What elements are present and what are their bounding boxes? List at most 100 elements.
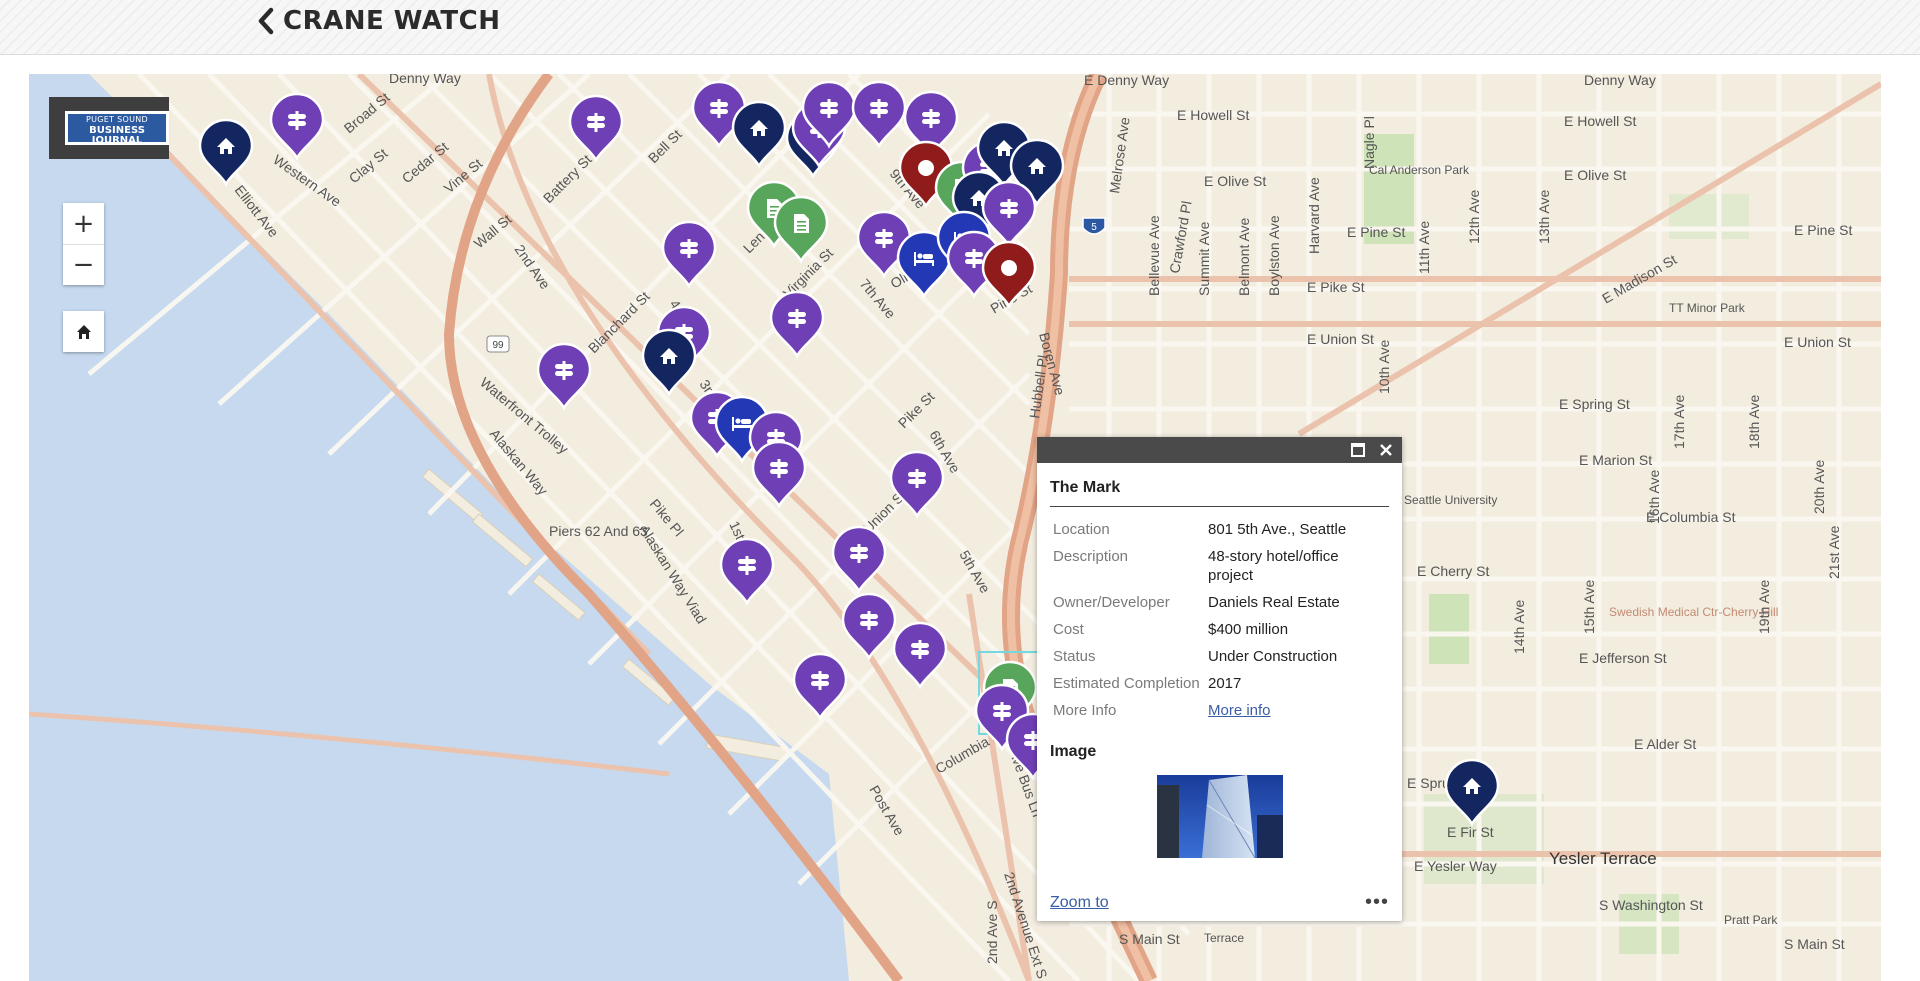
attr-value: 2017 <box>1208 675 1242 692</box>
street-label: E Yesler Way <box>1414 858 1497 874</box>
pugetsound-business-journal-logo: PUGET SOUND BUSINESS JOURNAL <box>49 97 169 159</box>
map-marker-sign[interactable] <box>568 94 624 163</box>
table-row: Status Under Construction <box>1050 643 1389 670</box>
attr-value: Under Construction <box>1208 648 1338 665</box>
street-label: E Fir St <box>1447 824 1494 840</box>
project-image[interactable] <box>1156 775 1283 858</box>
street-label: 18th Ave <box>1746 395 1762 449</box>
place-label: Yesler Terrace <box>1549 849 1657 868</box>
street-label: 11th Ave <box>1416 221 1432 274</box>
attr-value: 48-story hotel/office project <box>1208 548 1339 584</box>
map-marker-sign[interactable] <box>841 592 897 661</box>
attributes-table: Location 801 5th Ave., Seattle Descriptio… <box>1050 516 1389 724</box>
zoom-to-link[interactable]: Zoom to <box>1050 894 1109 912</box>
street-label: E Olive St <box>1564 167 1626 183</box>
back-link[interactable]: CRANE WATCH <box>255 6 501 36</box>
map-marker-sign[interactable] <box>536 342 592 411</box>
zoom-in-button[interactable]: + <box>63 203 104 244</box>
street-label: 20th Ave <box>1811 460 1827 514</box>
street-label: Harvard Ave <box>1306 177 1322 254</box>
street-label: Crawford Pl <box>1166 200 1194 275</box>
more-info-link[interactable]: More info <box>1208 702 1271 719</box>
street-label: Boylston Ave <box>1266 215 1282 296</box>
map-marker-sign[interactable] <box>831 525 887 594</box>
zoom-out-button[interactable]: − <box>63 244 104 285</box>
street-label: Nagle Pl <box>1361 116 1377 169</box>
attr-value: Daniels Real Estate <box>1208 594 1340 611</box>
street-label: 13th Ave <box>1536 190 1552 244</box>
street-label: 21st Ave <box>1826 525 1842 579</box>
table-row: Owner/Developer Daniels Real Estate <box>1050 589 1389 616</box>
home-button[interactable] <box>63 311 104 352</box>
map-canvas[interactable]: 99 5 Denny Way E Denny Way Denny Way E H… <box>29 74 1881 981</box>
home-icon <box>76 324 91 339</box>
logo-line-2: BUSINESS JOURNAL <box>89 125 145 146</box>
street-label: E Olive St <box>1204 173 1266 189</box>
street-label: Denny Way <box>1584 74 1656 88</box>
street-label: 2nd Ave S <box>984 900 1000 964</box>
street-label: Bellevue Ave <box>1146 215 1162 296</box>
street-label: E Jefferson St <box>1579 650 1667 666</box>
page-title: CRANE WATCH <box>283 6 501 36</box>
attr-value: $400 million <box>1208 621 1289 638</box>
map-marker-sign[interactable] <box>792 652 848 721</box>
attr-label: Cost <box>1053 621 1084 638</box>
street-label: Western Ave <box>270 151 344 209</box>
place-label: Pratt Park <box>1724 913 1778 927</box>
street-label: 15th Ave <box>1581 580 1597 634</box>
route-99-shield: 99 <box>486 335 510 353</box>
popup-header <box>1037 437 1402 463</box>
street-label: 10th Ave <box>1376 340 1392 394</box>
street-label: E Union St <box>1307 331 1374 347</box>
street-label: E Alder St <box>1634 736 1696 752</box>
popup-title: The Mark <box>1050 479 1389 507</box>
attr-label: Estimated Completion <box>1053 675 1200 692</box>
street-label: Swedish Medical Ctr-Cherry Hill <box>1609 605 1778 619</box>
street-label: E Cherry St <box>1417 563 1489 579</box>
interstate-5-shield: 5 <box>1082 217 1106 235</box>
street-label: E Howell St <box>1564 113 1636 129</box>
zoom-control: + − <box>63 203 104 285</box>
street-label: E Howell St <box>1177 107 1249 123</box>
street-label: Battery St <box>540 151 595 206</box>
table-row: Description 48-story hotel/office project <box>1050 543 1389 589</box>
doc-icon <box>794 214 809 233</box>
more-actions-button[interactable]: ••• <box>1365 891 1389 914</box>
map-marker-sign[interactable] <box>851 80 907 149</box>
street-label: Cedar St <box>399 138 452 186</box>
street-label: 12th Ave <box>1466 190 1482 244</box>
maximize-icon[interactable] <box>1350 442 1366 458</box>
street-label: E Pine St <box>1794 222 1852 238</box>
map-view[interactable]: 99 5 Denny Way E Denny Way Denny Way E H… <box>29 74 1881 981</box>
table-row: Estimated Completion 2017 <box>1050 670 1389 697</box>
table-row: More Info More info <box>1050 697 1389 724</box>
street-label: S Main St <box>1119 931 1180 947</box>
attr-label: More Info <box>1053 702 1117 719</box>
street-label: S Washington St <box>1599 897 1703 913</box>
image-section-label: Image <box>1050 743 1097 760</box>
street-label: Piers 62 And 63 <box>549 523 648 539</box>
street-label: E Marion St <box>1579 452 1652 468</box>
street-label: E Spring St <box>1559 396 1630 412</box>
map-marker-sign[interactable] <box>769 290 825 359</box>
attr-label: Description <box>1053 548 1129 565</box>
table-row: Cost $400 million <box>1050 616 1389 643</box>
feature-popup: The Mark Location 801 5th Ave., Seattle D… <box>1037 437 1402 921</box>
map-marker-sign[interactable] <box>661 220 717 289</box>
street-label: E Union St <box>1784 334 1851 350</box>
street-label: Pike St <box>895 388 938 431</box>
place-label: Terrace <box>1204 931 1244 945</box>
street-label: Belmont Ave <box>1236 217 1252 296</box>
attr-label: Status <box>1053 648 1096 665</box>
map-marker-house[interactable] <box>198 118 254 187</box>
street-label: 19th Ave <box>1756 580 1772 634</box>
close-icon[interactable] <box>1378 442 1394 458</box>
street-label: S Main St <box>1784 936 1845 952</box>
street-label: Denny Way <box>389 74 461 86</box>
attr-label: Location <box>1053 521 1110 538</box>
street-label: E Pike St <box>1307 279 1365 295</box>
street-label: Summit Ave <box>1196 221 1212 296</box>
dot-icon <box>918 160 934 176</box>
map-marker-sign[interactable] <box>719 537 775 606</box>
street-label: Seattle University <box>1404 493 1497 507</box>
